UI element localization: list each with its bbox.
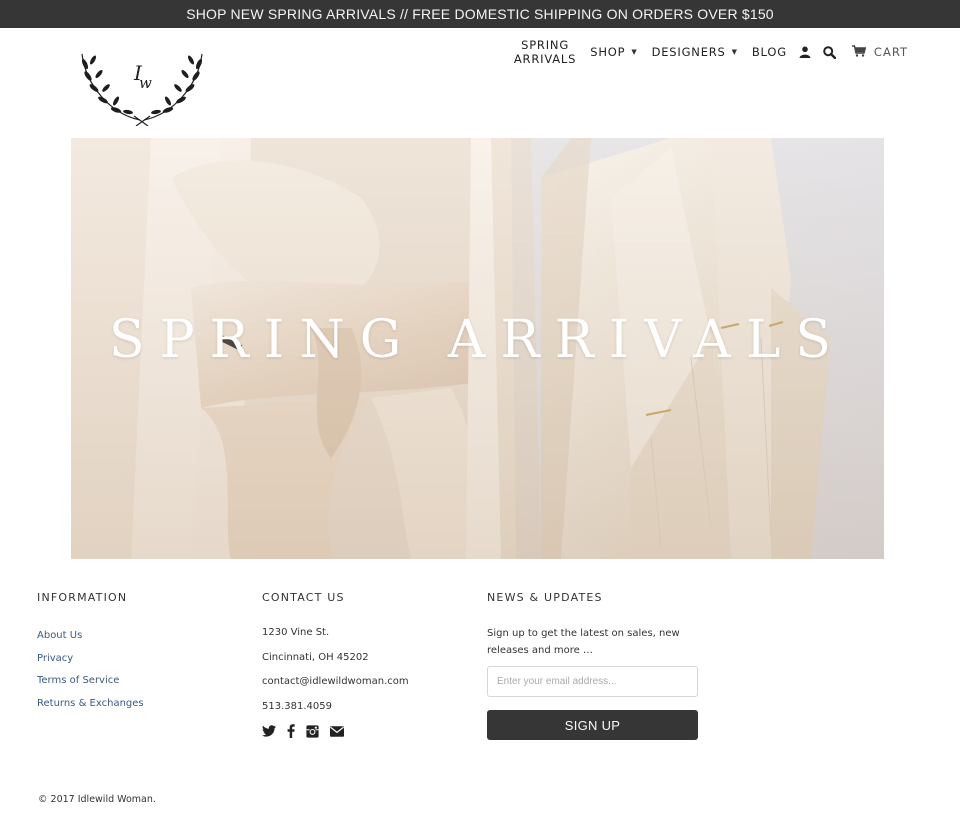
social-links (262, 724, 355, 738)
information-links: About Us Privacy Terms of Service Return… (37, 629, 144, 719)
contact-heading: CONTACT US (262, 591, 345, 604)
twitter-icon[interactable] (262, 725, 276, 737)
news-description: Sign up to get the latest on sales, new … (487, 628, 680, 656)
information-heading: INFORMATION (37, 591, 128, 604)
nav-designers[interactable]: DESIGNERS ▼ (652, 45, 738, 59)
link-about-us[interactable]: About Us (37, 629, 144, 652)
nav-spring-line1: SPRING (521, 38, 570, 52)
email-icon[interactable] (330, 725, 344, 737)
svg-text:w: w (139, 74, 152, 92)
footer-news: NEWS & UPDATES Sign up to get the latest… (487, 591, 699, 740)
cart-link[interactable]: CART (851, 44, 908, 60)
contact-city: Cincinnati, OH 45202 (262, 651, 369, 663)
announcement-text[interactable]: SHOP NEW SPRING ARRIVALS // FREE DOMESTI… (186, 6, 774, 22)
hero-banner[interactable]: SPRING ARRIVALS (71, 138, 884, 559)
cart-label: CART (873, 45, 908, 59)
chevron-down-icon: ▼ (731, 48, 738, 56)
newsletter-email-input[interactable] (487, 666, 698, 697)
signup-button[interactable]: SIGN UP (487, 710, 698, 740)
main-nav: SPRING ARRIVALS SHOP ▼ DESIGNERS ▼ BLOG … (514, 38, 908, 66)
link-returns-exchanges[interactable]: Returns & Exchanges (37, 697, 144, 720)
search-icon[interactable] (823, 45, 836, 59)
site-logo[interactable]: I w (76, 46, 208, 127)
facebook-icon[interactable] (287, 724, 295, 738)
footer-contact: CONTACT US 1230 Vine St. Cincinnati, OH … (262, 591, 472, 738)
news-heading: NEWS & UPDATES (487, 591, 603, 604)
nav-blog-label: BLOG (751, 45, 787, 59)
nav-spring-line2: ARRIVALS (513, 52, 577, 66)
nav-blog[interactable]: BLOG (752, 45, 787, 59)
copyright: © 2017 Idlewild Woman. (38, 794, 156, 805)
instagram-icon[interactable] (306, 724, 319, 738)
nav-spring-arrivals[interactable]: SPRING ARRIVALS (514, 38, 576, 66)
hero-title: SPRING ARRIVALS (108, 310, 846, 370)
contact-phone: 513.381.4059 (262, 701, 332, 713)
laurel-wreath-logo-icon: I w (81, 53, 203, 127)
link-privacy[interactable]: Privacy (37, 652, 144, 675)
nav-designers-label: DESIGNERS (651, 45, 726, 59)
nav-shop[interactable]: SHOP ▼ (590, 45, 637, 59)
contact-address: 1230 Vine St. (262, 627, 330, 638)
announcement-bar[interactable]: SHOP NEW SPRING ARRIVALS // FREE DOMESTI… (0, 0, 960, 28)
contact-email[interactable]: contact@idlewildwoman.com (262, 675, 409, 700)
cart-icon (851, 44, 867, 60)
footer-information: INFORMATION About Us Privacy Terms of Se… (37, 591, 237, 709)
chevron-down-icon: ▼ (631, 48, 638, 56)
nav-shop-label: SHOP (590, 45, 626, 59)
person-icon[interactable] (799, 46, 811, 58)
link-terms-of-service[interactable]: Terms of Service (37, 674, 144, 697)
contact-details: 1230 Vine St. Cincinnati, OH 45202 conta… (262, 626, 409, 725)
